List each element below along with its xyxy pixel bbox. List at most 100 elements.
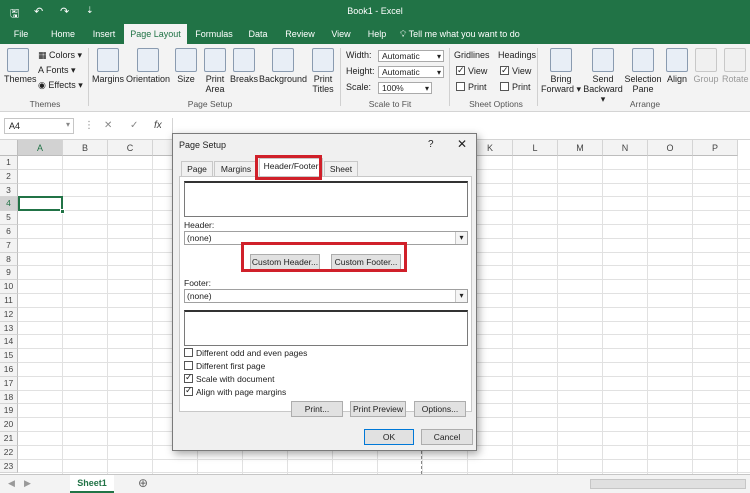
row-header-1[interactable]: 1 — [0, 156, 18, 170]
row-header-17[interactable]: 17 — [0, 376, 18, 391]
row-header-14[interactable]: 14 — [0, 335, 18, 350]
footer-preview — [184, 310, 468, 346]
ok-button[interactable]: OK — [364, 429, 414, 445]
horizontal-scrollbar[interactable] — [590, 479, 746, 489]
add-sheet-icon[interactable]: ⊕ — [138, 476, 148, 490]
size-button[interactable]: Size — [174, 48, 198, 84]
bring-forward-button[interactable]: Bring Forward ▾ — [540, 48, 582, 94]
row-header-11[interactable]: 11 — [0, 294, 18, 308]
send-backward-button[interactable]: Send Backward ▾ — [580, 48, 626, 104]
align-button[interactable]: Align — [664, 48, 690, 84]
tab-view[interactable]: View — [324, 24, 358, 44]
sheet-tab-sheet1[interactable]: Sheet1 — [70, 475, 114, 493]
row-header-6[interactable]: 6 — [0, 225, 18, 239]
scroll-right-icon[interactable]: ▶ — [24, 478, 31, 489]
insert-function-icon[interactable]: fx — [154, 120, 162, 131]
tab-margins[interactable]: Margins — [214, 161, 258, 177]
orientation-button[interactable]: Orientation — [126, 48, 170, 84]
column-header-p[interactable]: P — [693, 140, 738, 156]
row-header-16[interactable]: 16 — [0, 363, 18, 377]
select-all-corner[interactable] — [0, 140, 18, 156]
background-button[interactable]: Background — [259, 48, 307, 84]
different-odd-even-checkbox[interactable]: Different odd and even pages — [184, 348, 307, 359]
group-button[interactable]: Group — [692, 48, 720, 84]
scroll-left-icon[interactable]: ◀ — [8, 478, 15, 489]
print-button[interactable]: Print... — [291, 401, 343, 417]
tab-data[interactable]: Data — [242, 24, 274, 44]
grid-vline — [107, 156, 108, 474]
name-box-dropdown-icon[interactable]: ▾ — [66, 120, 70, 129]
scale-spinner[interactable]: 100% — [378, 81, 432, 94]
row-header-13[interactable]: 13 — [0, 321, 18, 336]
tab-insert[interactable]: Insert — [86, 24, 122, 44]
send-backward-icon — [592, 48, 614, 72]
row-header-4[interactable]: 4 — [0, 197, 18, 212]
column-header-n[interactable]: N — [603, 140, 648, 156]
row-header-12[interactable]: 12 — [0, 307, 18, 322]
width-dropdown[interactable]: Automatic — [378, 49, 444, 62]
column-header-o[interactable]: O — [648, 140, 693, 156]
chevron-down-icon: ▾ — [455, 232, 467, 244]
row-header-20[interactable]: 20 — [0, 418, 18, 432]
tab-home[interactable]: Home — [44, 24, 82, 44]
column-header-b[interactable]: B — [63, 140, 108, 156]
tab-review[interactable]: Review — [280, 24, 320, 44]
tab-help[interactable]: Help — [362, 24, 392, 44]
row-header-22[interactable]: 22 — [0, 445, 18, 460]
help-button[interactable]: ? — [428, 139, 434, 150]
row-header-8[interactable]: 8 — [0, 252, 18, 267]
scale-with-document-checkbox[interactable]: Scale with document — [184, 372, 274, 385]
column-header-c[interactable]: C — [108, 140, 153, 156]
name-box[interactable]: A4 — [4, 118, 74, 134]
enter-entry-icon[interactable]: ✓ — [130, 120, 138, 131]
row-header-9[interactable]: 9 — [0, 266, 18, 281]
tab-page[interactable]: Page — [181, 161, 213, 177]
row-header-15[interactable]: 15 — [0, 349, 18, 363]
print-titles-button[interactable]: Print Titles — [310, 48, 336, 94]
rotate-button[interactable]: Rotate — [722, 48, 749, 84]
row-header-23[interactable]: 23 — [0, 459, 18, 474]
row-header-18[interactable]: 18 — [0, 390, 18, 405]
row-header-5[interactable]: 5 — [0, 211, 18, 225]
row-header-2[interactable]: 2 — [0, 169, 18, 184]
formula-input[interactable] — [172, 118, 746, 134]
cancel-button[interactable]: Cancel — [421, 429, 473, 445]
height-dropdown[interactable]: Automatic — [378, 65, 444, 78]
row-header-3[interactable]: 3 — [0, 183, 18, 198]
themes-button[interactable]: Themes — [4, 48, 37, 84]
print-preview-button[interactable]: Print Preview — [350, 401, 406, 417]
dialog-title: Page Setup — [179, 140, 227, 150]
headings-print-checkbox[interactable]: Print — [500, 81, 531, 93]
colors-button[interactable]: ▦ Colors ▾ — [38, 49, 82, 61]
selected-cell-a4[interactable] — [18, 196, 63, 211]
footer-dropdown[interactable]: (none) ▾ — [184, 289, 468, 303]
tab-sheet[interactable]: Sheet — [324, 161, 358, 177]
fonts-button[interactable]: A Fonts ▾ — [38, 64, 76, 76]
close-button[interactable]: ✕ — [457, 137, 467, 151]
options-button[interactable]: Options... — [414, 401, 466, 417]
tab-formulas[interactable]: Formulas — [190, 24, 238, 44]
cancel-entry-icon[interactable]: ✕ — [104, 120, 112, 131]
tab-page-layout[interactable]: Page Layout — [124, 24, 187, 44]
row-header-7[interactable]: 7 — [0, 238, 18, 253]
group-icon — [695, 48, 717, 72]
align-with-margins-checkbox[interactable]: Align with page margins — [184, 385, 286, 398]
effects-button[interactable]: ◉ Effects ▾ — [38, 79, 83, 91]
different-first-page-checkbox[interactable]: Different first page — [184, 361, 265, 372]
column-header-a[interactable]: A — [18, 140, 63, 156]
tell-me-box[interactable]: 💡︎ Tell me what you want to do — [400, 24, 520, 44]
column-header-m[interactable]: M — [558, 140, 603, 156]
row-header-10[interactable]: 10 — [0, 280, 18, 294]
fill-handle[interactable] — [60, 209, 65, 214]
gridlines-print-checkbox[interactable]: Print — [456, 81, 487, 93]
print-area-button[interactable]: Print Area — [202, 48, 228, 94]
row-header-19[interactable]: 19 — [0, 404, 18, 419]
tab-file[interactable]: File — [6, 24, 36, 44]
margins-button[interactable]: Margins — [92, 48, 124, 84]
headings-view-checkbox[interactable]: View — [500, 64, 531, 77]
row-header-21[interactable]: 21 — [0, 432, 18, 446]
breaks-button[interactable]: Breaks — [230, 48, 258, 84]
column-header-l[interactable]: L — [513, 140, 558, 156]
selection-pane-button[interactable]: Selection Pane — [624, 48, 662, 94]
gridlines-view-checkbox[interactable]: View — [456, 64, 487, 77]
